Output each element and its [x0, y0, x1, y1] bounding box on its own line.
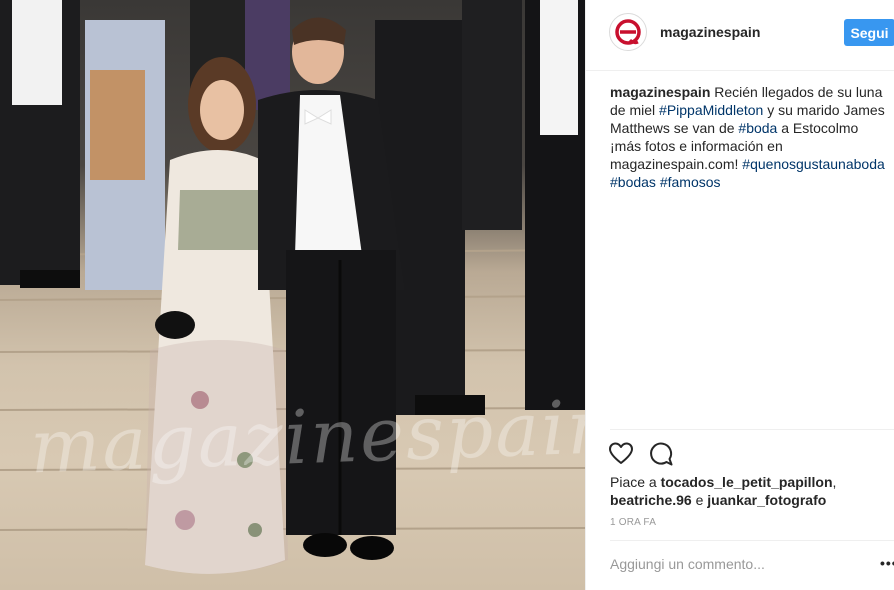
- post-photo: magazinespain: [0, 0, 585, 590]
- hashtag-link[interactable]: #boda: [738, 120, 777, 136]
- wedding-couple-photo: [0, 0, 585, 574]
- likes-summary: Piace a tocados_le_petit_papillon, beatr…: [610, 473, 890, 509]
- section-divider: [610, 540, 894, 541]
- liker-username[interactable]: beatriche.96: [610, 492, 692, 508]
- magazinespain-logo-icon: [615, 19, 641, 45]
- caption-username[interactable]: magazinespain: [610, 84, 710, 100]
- hashtag-link[interactable]: #famosos: [660, 174, 721, 190]
- magazinespain-logo-icon[interactable]: [609, 13, 647, 51]
- comment-icon[interactable]: [648, 441, 674, 467]
- hashtag-link[interactable]: #quenosgustaunaboda: [742, 156, 884, 172]
- follow-button[interactable]: Segui: [844, 19, 894, 46]
- likes-separator: e: [691, 492, 708, 508]
- post-header: magazinespain Segui: [586, 0, 894, 71]
- post-author-username[interactable]: magazinespain: [660, 24, 760, 40]
- likes-separator: ,: [832, 474, 837, 490]
- more-options-button[interactable]: •••: [880, 555, 894, 571]
- post-timestamp[interactable]: 1 ORA FA: [610, 517, 656, 528]
- hashtag-link[interactable]: #bodas: [610, 174, 656, 190]
- likes-prefix: Piace a: [610, 474, 661, 490]
- post-side-panel: magazinespain Segui magazinespain Recién…: [585, 0, 894, 590]
- liker-username[interactable]: juankar_fotografo: [707, 492, 826, 508]
- hashtag-link[interactable]: #PippaMiddleton: [659, 102, 763, 118]
- post-caption: magazinespain Recién llegados de su luna…: [610, 83, 892, 191]
- section-divider: [610, 429, 894, 430]
- liker-username[interactable]: tocados_le_petit_papillon: [661, 474, 833, 490]
- comment-input[interactable]: [610, 553, 860, 575]
- heart-icon[interactable]: [608, 441, 634, 467]
